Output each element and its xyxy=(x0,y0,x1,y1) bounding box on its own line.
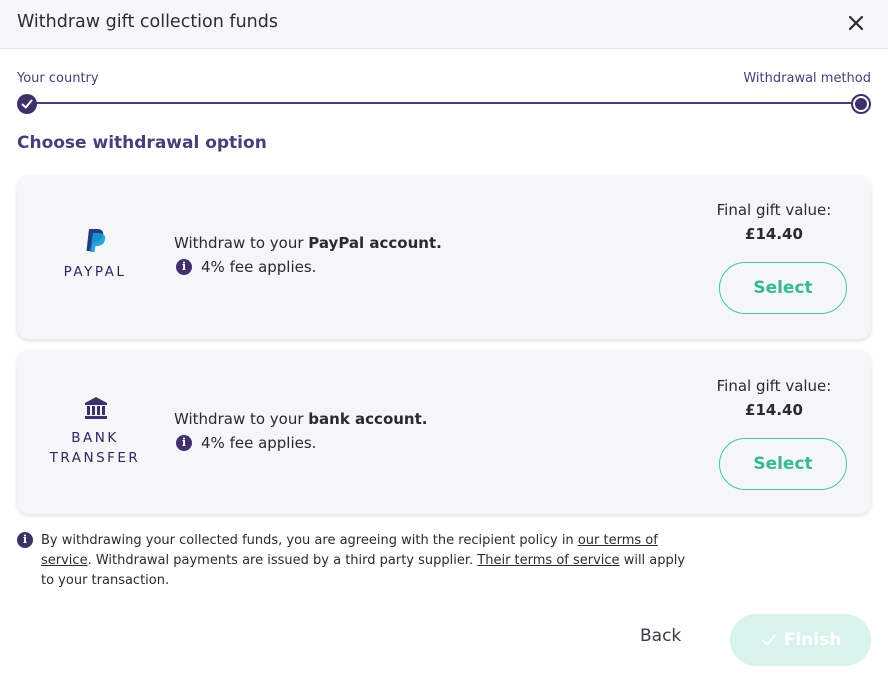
paypal-logo-text: PAYPAL xyxy=(63,264,127,280)
check-icon xyxy=(761,634,776,646)
dialog-title: Withdraw gift collection funds xyxy=(17,12,278,32)
paypal-fee-note: i 4% fee applies. xyxy=(176,258,316,276)
select-bank-button[interactable]: Select xyxy=(719,438,847,490)
option-card-paypal: PAYPAL Withdraw to your PayPal account. … xyxy=(17,175,871,339)
info-icon: i xyxy=(176,435,192,451)
paypal-description: Withdraw to your PayPal account. xyxy=(174,234,442,252)
step-label-country[interactable]: Your country xyxy=(17,71,99,86)
paypal-description-prefix: Withdraw to your xyxy=(174,234,309,252)
bank-logo-text-line2: TRANSFER xyxy=(49,450,141,466)
finish-button-label: Finish xyxy=(783,630,842,650)
back-button[interactable]: Back xyxy=(640,626,681,646)
paypal-description-bold: PayPal account. xyxy=(308,234,442,252)
paypal-final-value-label: Final gift value: xyxy=(716,201,832,219)
bank-final-value-amount: £14.40 xyxy=(745,401,803,419)
stepper-progress-line xyxy=(27,102,861,104)
paypal-final-value-amount: £14.40 xyxy=(745,225,803,243)
bank-final-value-label: Final gift value: xyxy=(716,377,832,395)
paypal-icon xyxy=(86,229,106,252)
bank-fee-note: i 4% fee applies. xyxy=(176,434,316,452)
section-title: Choose withdrawal option xyxy=(17,133,267,153)
bank-description-bold: bank account. xyxy=(308,410,428,428)
step-current-indicator xyxy=(851,94,871,114)
finish-button[interactable]: Finish xyxy=(730,614,871,666)
option-card-bank: BANK TRANSFER Withdraw to your bank acco… xyxy=(17,350,871,514)
bank-description-prefix: Withdraw to your xyxy=(174,410,309,428)
bank-fee-text: 4% fee applies. xyxy=(201,434,317,452)
step-completed-indicator[interactable] xyxy=(17,94,37,114)
policy-text-part1: By withdrawing your collected funds, you… xyxy=(41,533,578,548)
their-terms-of-service-link[interactable]: Their terms of service xyxy=(477,553,619,568)
bank-logo-text-line1: BANK xyxy=(71,430,119,446)
policy-text: By withdrawing your collected funds, you… xyxy=(41,531,701,591)
close-icon[interactable] xyxy=(844,11,868,35)
dialog-header: Withdraw gift collection funds xyxy=(0,0,888,49)
info-icon: i xyxy=(17,532,33,548)
paypal-fee-text: 4% fee applies. xyxy=(201,258,317,276)
bank-icon xyxy=(85,397,107,419)
check-icon xyxy=(21,99,33,109)
policy-text-part2: . Withdrawal payments are issued by a th… xyxy=(87,553,478,568)
info-icon: i xyxy=(176,259,192,275)
select-paypal-button[interactable]: Select xyxy=(719,262,847,314)
step-label-withdrawal-method: Withdrawal method xyxy=(743,71,871,86)
bank-description: Withdraw to your bank account. xyxy=(174,410,427,428)
